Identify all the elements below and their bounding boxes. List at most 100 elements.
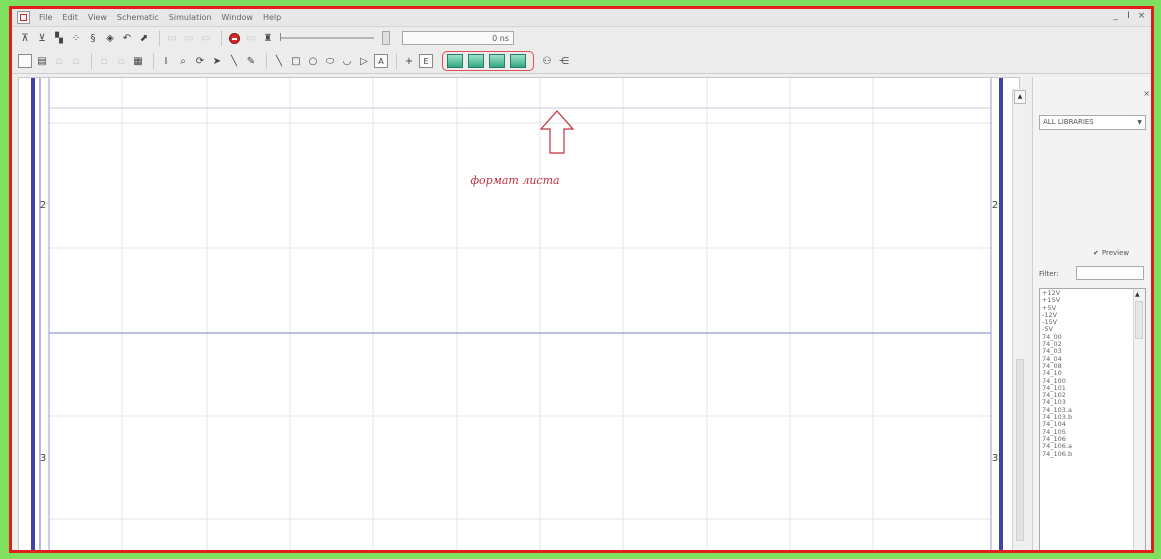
polygon-icon[interactable]: ▷: [357, 54, 371, 68]
menu-edit[interactable]: Edit: [59, 13, 85, 22]
step-icon[interactable]: ◈: [103, 31, 117, 45]
sheet-format-3-icon[interactable]: [489, 54, 505, 68]
wire-icon[interactable]: ╲: [227, 54, 241, 68]
toolbar-separator: [266, 53, 267, 69]
cross-icon[interactable]: +: [402, 54, 416, 68]
arc-icon[interactable]: ◡: [340, 54, 354, 68]
scroll-thumb[interactable]: [1016, 359, 1024, 541]
menu-simulation[interactable]: Simulation: [166, 13, 219, 22]
sheet-format-group: [442, 51, 534, 71]
rectangle-icon[interactable]: □: [289, 54, 303, 68]
disabled-tool-1-icon[interactable]: ▭: [165, 31, 179, 45]
paste-icon[interactable]: ▫: [114, 54, 128, 68]
grid-icon[interactable]: ⁘: [69, 31, 83, 45]
undo-icon[interactable]: ↶: [120, 31, 134, 45]
component-list-scrollbar[interactable]: ▲: [1133, 289, 1145, 550]
sheet-format-2-icon[interactable]: [468, 54, 484, 68]
toolbar-separator: [91, 53, 92, 69]
restore-button[interactable]: І: [1123, 10, 1134, 22]
filter-input[interactable]: [1076, 266, 1144, 280]
library-panel: × ALL LIBRARIES ▼ ✔ Preview Filter: +12V…: [1032, 77, 1151, 550]
canvas-vertical-scrollbar[interactable]: ▲: [1012, 89, 1027, 550]
component-list[interactable]: +12V +15V +5V -12V -15V -5V 74_00 74_02 74_03 74_…: [1039, 288, 1146, 550]
rotate-icon[interactable]: ⟳: [193, 54, 207, 68]
menu-help[interactable]: Help: [260, 13, 288, 22]
ellipse-icon[interactable]: ⬭: [323, 54, 337, 68]
line-icon[interactable]: ╲: [272, 54, 286, 68]
zone-label-left-3: 3: [40, 453, 46, 464]
toolbar-separator: [159, 30, 160, 46]
checkmark-icon: ✔: [1093, 249, 1099, 257]
sim-tool-2-icon[interactable]: ⊻: [35, 31, 49, 45]
copy-icon[interactable]: ▫: [97, 54, 111, 68]
component-list-items: +12V +15V +5V -12V -15V -5V 74_00 74_02 74_03 74_…: [1042, 289, 1143, 458]
schematic-sheet: 2 2 3 3 формат листа: [31, 78, 1003, 550]
menu-window[interactable]: Window: [218, 13, 260, 22]
filter-label: Filter:: [1039, 270, 1059, 278]
sim-tool-1-icon[interactable]: ⊼: [18, 31, 32, 45]
annotation-arrow-icon: [539, 110, 575, 154]
save-icon[interactable]: ▫: [52, 54, 66, 68]
toolbar-separator: [153, 53, 154, 69]
disabled-tool-2-icon[interactable]: ▭: [182, 31, 196, 45]
speed-icon[interactable]: ♜: [261, 31, 275, 45]
select-arrow-icon[interactable]: ➤: [210, 54, 224, 68]
probe-icon[interactable]: §: [86, 31, 100, 45]
info-icon[interactable]: I: [159, 54, 173, 68]
library-select[interactable]: ALL LIBRARIES ▼: [1039, 115, 1146, 130]
open-icon[interactable]: ▤: [35, 54, 49, 68]
new-icon[interactable]: [18, 54, 32, 68]
right-border-bar: [999, 78, 1003, 550]
toolbar-separator: [396, 53, 397, 69]
library-select-value: ALL LIBRARIES: [1043, 118, 1094, 126]
component-list-item[interactable]: 74_106.b: [1042, 450, 1143, 458]
sheet-format-1-icon[interactable]: [447, 54, 463, 68]
component-list-item[interactable]: +15V: [1042, 296, 1143, 304]
text-tool-icon[interactable]: A: [374, 54, 388, 68]
preview-checkbox[interactable]: ✔ Preview: [1093, 249, 1129, 257]
menu-bar: File Edit View Schematic Simulation Wind…: [12, 9, 1151, 27]
list-scroll-up-icon[interactable]: ▲: [1135, 291, 1140, 298]
minimize-button[interactable]: _: [1110, 10, 1121, 22]
simulation-time-field[interactable]: 0 ns: [402, 31, 514, 45]
app-logo-icon: [17, 11, 30, 24]
hierarchy-icon[interactable]: ⋲: [557, 54, 571, 68]
binoculars-icon[interactable]: ⚇: [540, 54, 554, 68]
close-button[interactable]: ×: [1136, 10, 1147, 22]
simulation-speed-slider[interactable]: [280, 33, 374, 41]
stop-button[interactable]: [227, 31, 241, 45]
zoom-icon[interactable]: ⌕: [176, 54, 190, 68]
component-icon[interactable]: ▦: [131, 54, 145, 68]
menu-view[interactable]: View: [85, 13, 114, 22]
sheet-format-4-icon[interactable]: [510, 54, 526, 68]
cut-icon[interactable]: ▫: [69, 54, 83, 68]
preview-label: Preview: [1101, 249, 1130, 257]
component-list-item[interactable]: +5V: [1042, 304, 1143, 312]
toolbar-separator: [221, 30, 222, 46]
left-border-bar: [31, 78, 35, 550]
scroll-up-arrow-icon[interactable]: ▲: [1014, 90, 1026, 104]
panel-close-button[interactable]: ×: [1143, 89, 1150, 98]
disabled-tool-3-icon[interactable]: ▭: [199, 31, 213, 45]
pencil-icon[interactable]: ✎: [244, 54, 258, 68]
simulation-toolbar: ⊼ ⊻ ▚ ⁘ § ◈ ↶ ⬈ ▭ ▭ ▭ ▭ ♜ 0 ns: [12, 27, 1151, 49]
slider-end-handle[interactable]: [382, 31, 390, 45]
zone-label-left-2: 2: [40, 200, 46, 211]
stop-icon: [228, 32, 240, 44]
e-tool-icon[interactable]: E: [419, 54, 433, 68]
zone-label-right-3: 3: [992, 453, 998, 464]
schematic-canvas[interactable]: 2 2 3 3 формат листа: [18, 77, 1020, 550]
pause-icon[interactable]: ▭: [244, 31, 258, 45]
component-list-item[interactable]: -12V: [1042, 311, 1143, 319]
menu-file[interactable]: File: [36, 13, 59, 22]
app-window: File Edit View Schematic Simulation Wind…: [9, 6, 1154, 553]
menu-schematic[interactable]: Schematic: [114, 13, 166, 22]
zone-label-right-2: 2: [992, 200, 998, 211]
list-scroll-thumb[interactable]: [1135, 301, 1143, 339]
run-icon[interactable]: ⬈: [137, 31, 151, 45]
circle-icon[interactable]: ○: [306, 54, 320, 68]
window-controls: _ І ×: [1110, 10, 1147, 22]
chevron-down-icon: ▼: [1137, 119, 1142, 126]
netlist-icon[interactable]: ▚: [52, 31, 66, 45]
component-list-item[interactable]: -15V: [1042, 318, 1143, 326]
